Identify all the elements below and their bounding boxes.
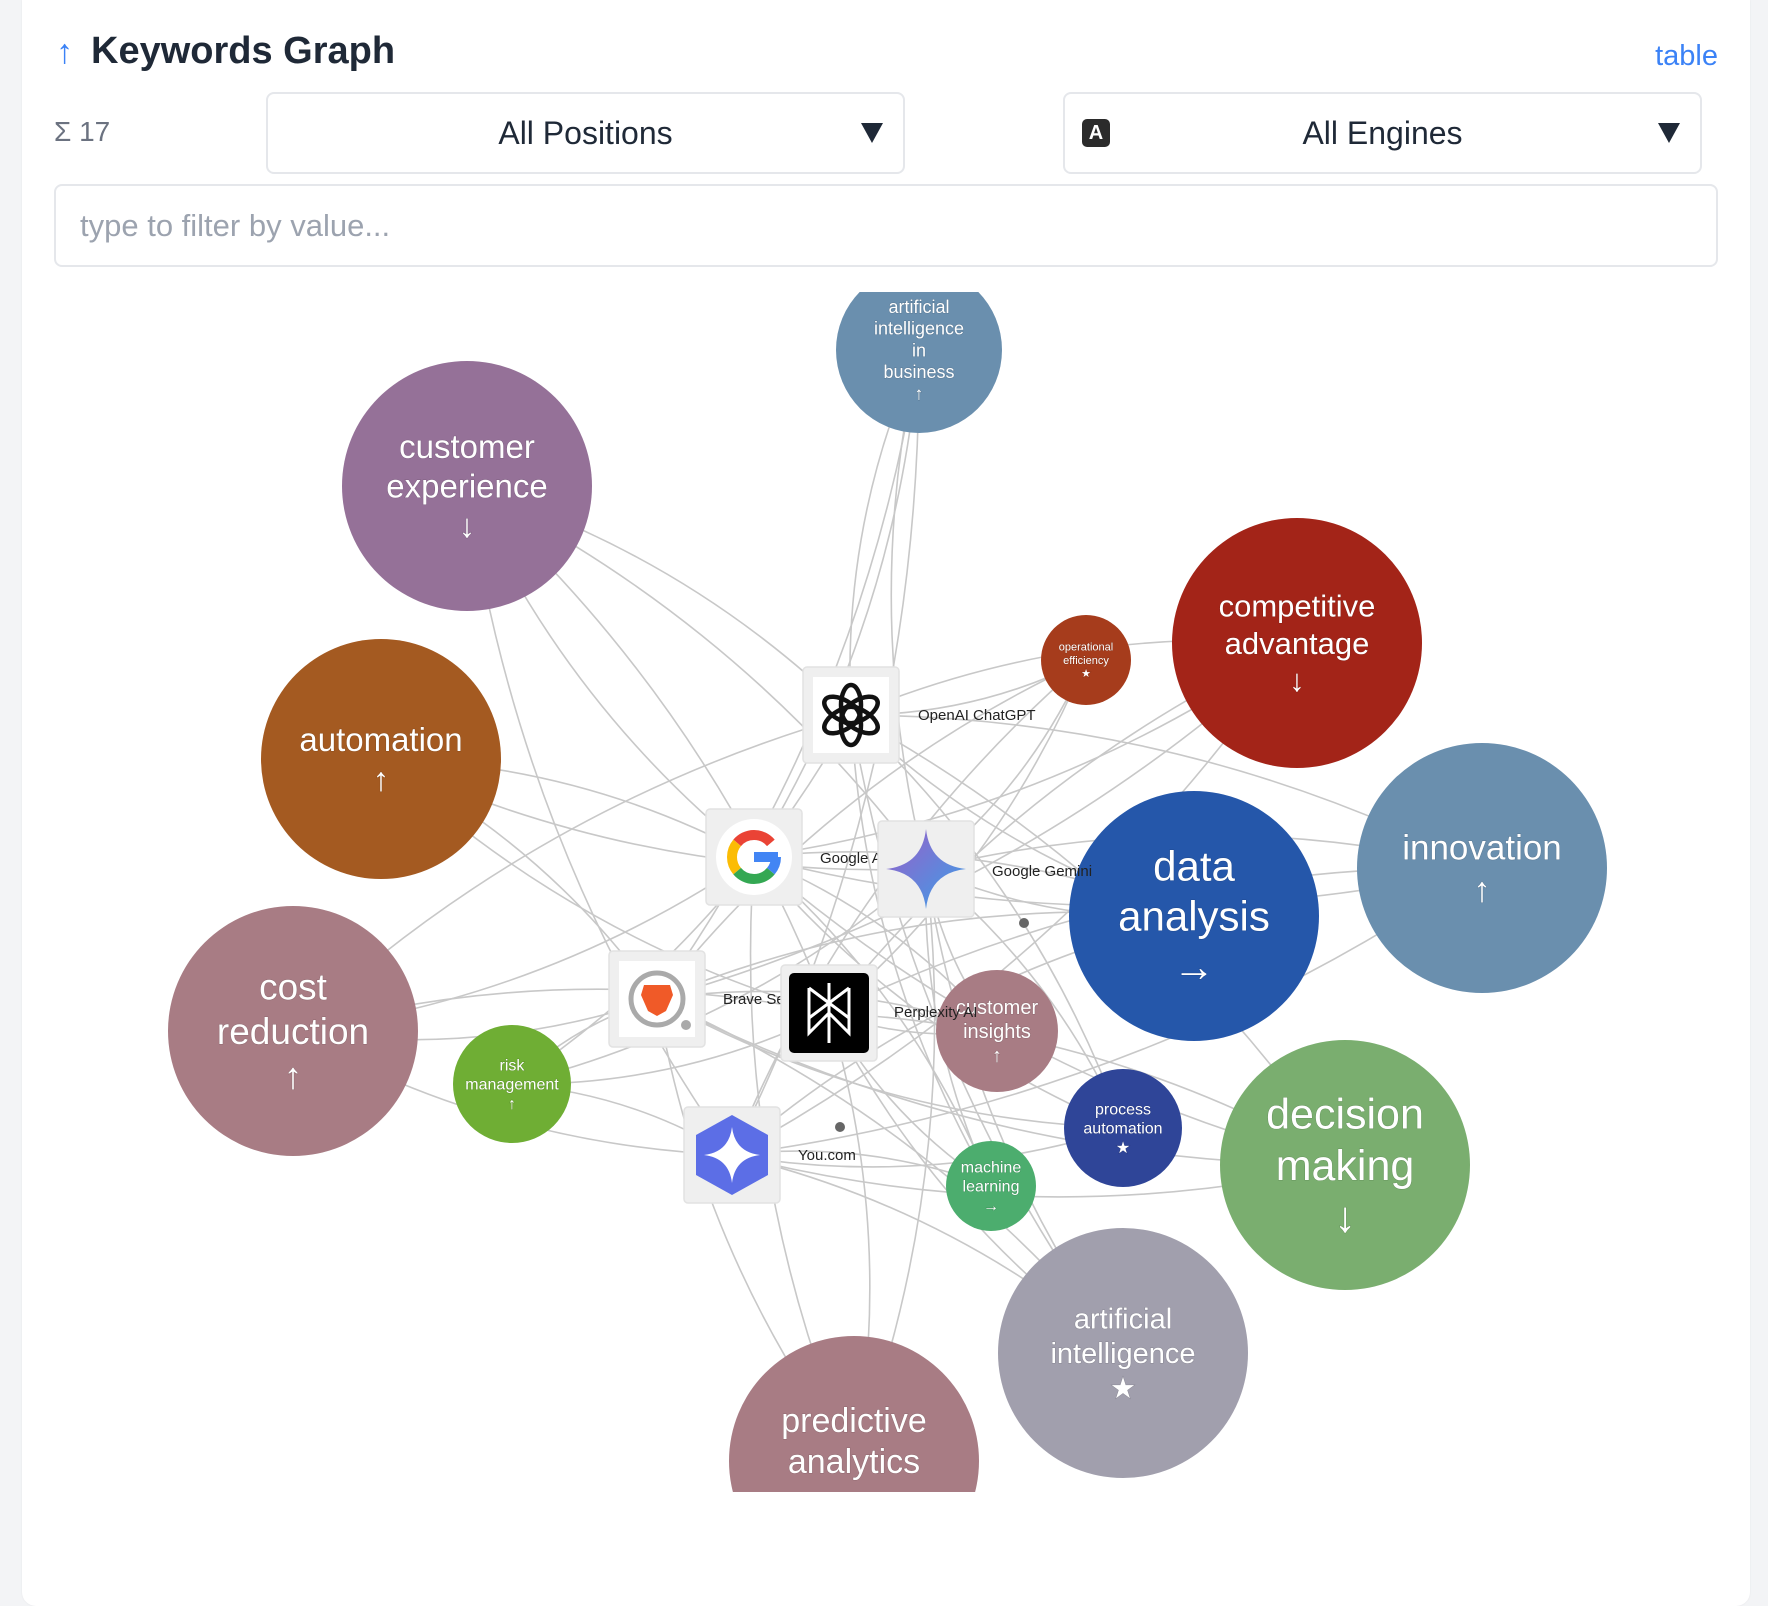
engine-node[interactable] bbox=[683, 1106, 781, 1204]
keyword-node[interactable]: automation↑ bbox=[261, 639, 501, 879]
trend-icon: → bbox=[1173, 943, 1215, 990]
keyword-circle[interactable] bbox=[1357, 743, 1607, 993]
keyword-label: risk bbox=[500, 1057, 526, 1074]
trend-icon: → bbox=[983, 1198, 999, 1215]
keyword-node[interactable]: process automation ★ bbox=[1064, 1069, 1182, 1187]
keyword-node[interactable]: predictiveanalytics ↑ bbox=[729, 1336, 979, 1492]
keyword-label: data bbox=[1153, 842, 1235, 889]
keyword-label: customer bbox=[399, 428, 535, 465]
keyword-node[interactable]: dataanalysis→ bbox=[1069, 791, 1319, 1041]
keyword-node[interactable]: customerexperience↓ bbox=[342, 361, 592, 611]
keyword-label: artificial bbox=[1074, 1303, 1172, 1335]
engines-select[interactable]: A All Engines bbox=[1063, 92, 1702, 174]
trend-icon: ↓ bbox=[1334, 1194, 1356, 1242]
trend-icon: ↑ bbox=[284, 1055, 303, 1096]
trend-icon: ↓ bbox=[459, 507, 476, 544]
keyword-node[interactable]: artificialintelligenceinbusiness↑ bbox=[836, 292, 1002, 433]
keyword-label: automation bbox=[1083, 1121, 1162, 1138]
table-view-link[interactable]: table bbox=[1655, 40, 1718, 73]
keyword-circle[interactable] bbox=[261, 639, 501, 879]
engine-label: Google Gemini bbox=[992, 863, 1092, 880]
caret-down-icon bbox=[861, 123, 883, 143]
engine-label: You.com bbox=[798, 1147, 856, 1164]
engine-node[interactable] bbox=[705, 808, 803, 906]
keyword-label: experience bbox=[386, 468, 547, 505]
keyword-label: predictive bbox=[781, 1402, 927, 1440]
keyword-label: artificial bbox=[888, 297, 949, 317]
trend-icon: ↑ bbox=[373, 760, 390, 797]
engines-select-value: All Engines bbox=[1302, 114, 1463, 151]
keyword-label: insights bbox=[963, 1021, 1031, 1043]
engine-node[interactable] bbox=[608, 950, 706, 1048]
engine-label: OpenAI ChatGPT bbox=[918, 707, 1036, 724]
trend-icon: ↑ bbox=[508, 1096, 516, 1113]
keyword-label: advantage bbox=[1225, 626, 1370, 661]
keyword-label: innovation bbox=[1402, 828, 1562, 867]
keyword-label: making bbox=[1276, 1142, 1415, 1190]
keyword-label: intelligence bbox=[874, 319, 964, 339]
keyword-label: machine bbox=[961, 1159, 1022, 1176]
keyword-label: automation bbox=[299, 721, 462, 758]
keyword-label: business bbox=[883, 362, 954, 382]
openai-icon bbox=[813, 677, 889, 753]
graph-dot bbox=[835, 1122, 845, 1132]
keyword-node[interactable]: costreduction↑ bbox=[168, 906, 418, 1156]
keyword-label: efficiency bbox=[1063, 655, 1109, 667]
keyword-label: management bbox=[465, 1077, 559, 1094]
engine-node[interactable] bbox=[877, 820, 975, 918]
google-icon bbox=[716, 819, 792, 895]
trend-icon: ↑ bbox=[846, 1484, 863, 1492]
trend-icon: ↓ bbox=[1289, 663, 1305, 698]
keyword-count: Σ 17 bbox=[54, 116, 111, 147]
engine-a-icon: A bbox=[1082, 119, 1110, 147]
keyword-label: intelligence bbox=[1050, 1338, 1195, 1370]
keyword-label: analytics bbox=[788, 1443, 920, 1481]
keyword-label: in bbox=[912, 340, 926, 360]
keyword-node[interactable]: customerinsights↑ bbox=[936, 970, 1058, 1092]
filter-input[interactable] bbox=[54, 184, 1718, 267]
keyword-label: learning bbox=[963, 1179, 1020, 1196]
keyword-node[interactable]: decisionmaking↓ bbox=[1220, 1040, 1470, 1290]
keyword-label: process bbox=[1095, 1101, 1151, 1118]
keyword-node[interactable]: risk management ↑ bbox=[453, 1025, 571, 1143]
keyword-label: reduction bbox=[217, 1011, 369, 1052]
positions-select[interactable]: All Positions bbox=[266, 92, 905, 174]
header: ↑ Keywords Graph bbox=[56, 30, 395, 73]
keyword-label: operational bbox=[1059, 642, 1113, 654]
keyword-node[interactable]: artificialintelligence★ bbox=[998, 1228, 1248, 1478]
arrow-up-icon[interactable]: ↑ bbox=[56, 35, 73, 69]
keyword-node[interactable]: competitiveadvantage↓ bbox=[1172, 518, 1422, 768]
engine-node[interactable] bbox=[780, 964, 878, 1062]
keyword-label: analysis bbox=[1118, 893, 1270, 940]
keyword-label: decision bbox=[1266, 1090, 1424, 1138]
keyword-node[interactable]: machine learning → bbox=[946, 1141, 1036, 1231]
keyword-node[interactable]: operationalefficiency★ bbox=[1041, 615, 1131, 705]
brave-icon bbox=[619, 961, 695, 1037]
graph-canvas[interactable]: artificialintelligenceinbusiness↑custome… bbox=[0, 292, 1768, 1492]
page-title: Keywords Graph bbox=[91, 30, 396, 72]
engine-label: Perplexity AI bbox=[894, 1004, 977, 1021]
trend-icon: ★ bbox=[1081, 668, 1091, 680]
trend-icon: ★ bbox=[1116, 1140, 1130, 1157]
perplexity-icon bbox=[789, 973, 869, 1053]
engine-node[interactable] bbox=[802, 666, 900, 764]
trend-icon: ↑ bbox=[992, 1045, 1002, 1067]
graph-dot bbox=[1019, 918, 1029, 928]
keywords-graph[interactable]: artificial intelligence in business ↑ custome… bbox=[0, 292, 1768, 1492]
trend-icon: ★ bbox=[1110, 1373, 1136, 1405]
positions-select-value: All Positions bbox=[498, 114, 673, 151]
keyword-node[interactable]: innovation↑ bbox=[1357, 743, 1607, 993]
keyword-label: cost bbox=[259, 967, 328, 1008]
keyword-label: competitive bbox=[1219, 589, 1376, 624]
trend-icon: ↑ bbox=[1473, 870, 1491, 909]
caret-down-icon bbox=[1658, 123, 1680, 143]
trend-icon: ↑ bbox=[915, 384, 924, 404]
